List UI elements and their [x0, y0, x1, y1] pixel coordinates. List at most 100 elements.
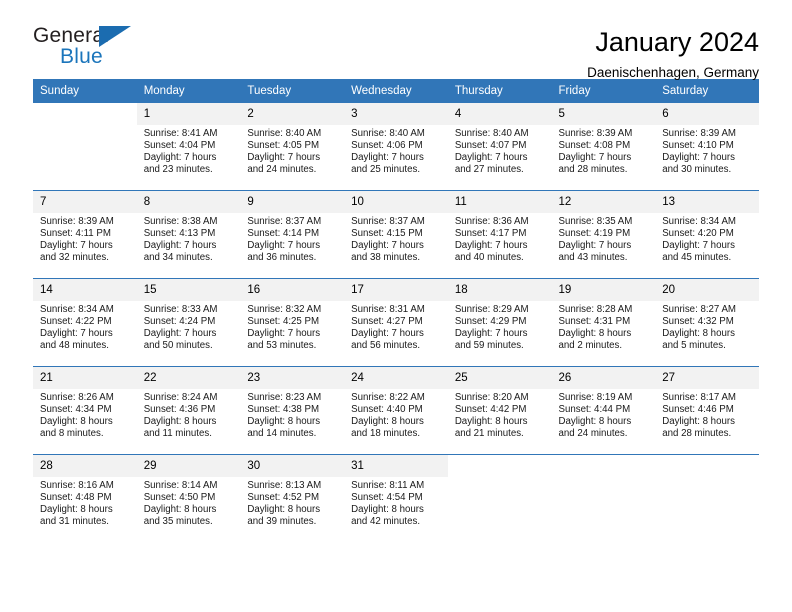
calendar-page: General Blue January 2024 Daenischenhage…: [0, 0, 792, 612]
daylight-text-line2: and 45 minutes.: [662, 251, 732, 263]
day-details: Sunrise: 8:37 AM Sunset: 4:14 PM Daylight:…: [240, 213, 344, 264]
sunrise-text: Sunrise: 8:36 AM: [454, 216, 529, 227]
day-details: Sunrise: 8:26 AM Sunset: 4:34 PM Daylight:…: [33, 389, 137, 440]
day-details: Sunrise: 8:22 AM Sunset: 4:40 PM Daylight:…: [344, 389, 448, 440]
calendar-day-cell[interactable]: 2 Sunrise: 8:40 AM Sunset: 4:05 PM Daylight…: [240, 103, 345, 191]
calendar-day-cell[interactable]: 13 Sunrise: 8:34 AM Sunset: 4:20 PM Dayligh…: [655, 190, 759, 279]
calendar-day-cell[interactable]: 15 Sunrise: 8:33 AM Sunset: 4:24 PM Dayligh…: [136, 278, 241, 367]
calendar-day-cell[interactable]: 29 Sunrise: 8:14 AM Sunset: 4:50 PM Dayligh…: [136, 454, 241, 542]
calendar-day-cell[interactable]: 16 Sunrise: 8:32 AM Sunset: 4:25 PM Dayligh…: [240, 278, 345, 367]
day-cell-inner: 6 Sunrise: 8:39 AM Sunset: 4:10 PM Daylight…: [655, 103, 759, 190]
sunset-text: Sunset: 4:24 PM: [143, 315, 216, 327]
daylight-text-line2: and 39 minutes.: [247, 515, 317, 527]
day-cell-inner: 12 Sunrise: 8:35 AM Sunset: 4:19 PM Dayligh…: [551, 191, 656, 278]
day-cell-inner: 23 Sunrise: 8:23 AM Sunset: 4:38 PM Dayligh…: [240, 367, 345, 454]
day-details: Sunrise: 8:39 AM Sunset: 4:10 PM Daylight:…: [655, 125, 759, 176]
title-block: January 2024 Daenischenhagen, Germany: [587, 24, 759, 83]
day-cell-inner: [551, 455, 656, 542]
sunset-text: Sunset: 4:25 PM: [247, 315, 320, 327]
daylight-text-line2: and 42 minutes.: [351, 515, 421, 527]
daylight-text-line1: Daylight: 7 hours: [454, 327, 528, 339]
calendar-day-cell[interactable]: 3 Sunrise: 8:40 AM Sunset: 4:06 PM Daylight…: [344, 103, 448, 191]
calendar-day-cell[interactable]: 26 Sunrise: 8:19 AM Sunset: 4:44 PM Dayligh…: [551, 366, 656, 455]
calendar-day-cell[interactable]: 1 Sunrise: 8:41 AM Sunset: 4:04 PM Daylight…: [136, 103, 241, 191]
calendar-day-cell[interactable]: 4 Sunrise: 8:40 AM Sunset: 4:07 PM Daylight…: [447, 103, 552, 191]
calendar-day-cell[interactable]: 23 Sunrise: 8:23 AM Sunset: 4:38 PM Dayligh…: [240, 366, 345, 455]
day-cell-inner: [33, 103, 137, 190]
day-number: 15: [136, 279, 241, 301]
calendar-day-cell[interactable]: 17 Sunrise: 8:31 AM Sunset: 4:27 PM Dayligh…: [344, 278, 448, 367]
calendar-day-cell[interactable]: 20 Sunrise: 8:27 AM Sunset: 4:32 PM Dayligh…: [655, 278, 759, 367]
day-number: 13: [655, 191, 759, 213]
day-number: 21: [33, 367, 137, 389]
calendar-day-cell[interactable]: 25 Sunrise: 8:20 AM Sunset: 4:42 PM Dayligh…: [447, 366, 552, 455]
daylight-text-line2: and 48 minutes.: [40, 339, 109, 351]
sunrise-text: Sunrise: 8:16 AM: [40, 480, 114, 491]
day-cell-inner: 18 Sunrise: 8:29 AM Sunset: 4:29 PM Dayligh…: [447, 279, 552, 366]
day-number: 26: [551, 367, 656, 389]
sunrise-text: Sunrise: 8:39 AM: [558, 128, 633, 139]
calendar-day-cell[interactable]: 28 Sunrise: 8:16 AM Sunset: 4:48 PM Dayligh…: [33, 454, 137, 542]
calendar-day-cell[interactable]: 19 Sunrise: 8:28 AM Sunset: 4:31 PM Dayligh…: [551, 278, 656, 367]
day-number: 30: [240, 455, 345, 477]
day-cell-inner: 3 Sunrise: 8:40 AM Sunset: 4:06 PM Daylight…: [344, 103, 448, 190]
calendar-day-cell[interactable]: 12 Sunrise: 8:35 AM Sunset: 4:19 PM Dayligh…: [551, 190, 656, 279]
daylight-text-line1: Daylight: 7 hours: [558, 151, 632, 163]
sunset-text: Sunset: 4:36 PM: [143, 403, 216, 415]
day-cell-inner: 31 Sunrise: 8:11 AM Sunset: 4:54 PM Dayligh…: [344, 455, 448, 542]
calendar-day-cell[interactable]: 11 Sunrise: 8:36 AM Sunset: 4:17 PM Dayligh…: [447, 190, 552, 279]
day-number: [33, 103, 137, 125]
calendar-day-cell[interactable]: 21 Sunrise: 8:26 AM Sunset: 4:34 PM Dayligh…: [33, 366, 137, 455]
daylight-text-line1: Daylight: 7 hours: [351, 239, 424, 251]
calendar-day-cell[interactable]: 22 Sunrise: 8:24 AM Sunset: 4:36 PM Dayligh…: [136, 366, 241, 455]
sunset-text: Sunset: 4:42 PM: [454, 403, 527, 415]
day-cell-inner: 10 Sunrise: 8:37 AM Sunset: 4:15 PM Dayligh…: [344, 191, 448, 278]
daylight-text-line2: and 38 minutes.: [351, 251, 421, 263]
sunset-text: Sunset: 4:08 PM: [558, 139, 631, 151]
day-details: Sunrise: 8:28 AM Sunset: 4:31 PM Daylight:…: [552, 301, 656, 352]
day-details: Sunrise: 8:14 AM Sunset: 4:50 PM Daylight:…: [137, 477, 241, 528]
daylight-text-line2: and 43 minutes.: [558, 251, 628, 263]
day-number: 9: [240, 191, 345, 213]
general-blue-logo[interactable]: General Blue: [33, 24, 143, 72]
calendar-day-cell[interactable]: 8 Sunrise: 8:38 AM Sunset: 4:13 PM Daylight…: [136, 190, 241, 279]
calendar-day-cell[interactable]: 24 Sunrise: 8:22 AM Sunset: 4:40 PM Dayligh…: [344, 366, 448, 455]
sunrise-text: Sunrise: 8:20 AM: [454, 392, 529, 403]
calendar-day-cell[interactable]: 27 Sunrise: 8:17 AM Sunset: 4:46 PM Dayligh…: [655, 366, 759, 455]
sunset-text: Sunset: 4:19 PM: [558, 227, 631, 239]
sunset-text: Sunset: 4:06 PM: [351, 139, 423, 151]
day-cell-inner: 22 Sunrise: 8:24 AM Sunset: 4:36 PM Dayligh…: [136, 367, 241, 454]
daylight-text-line1: Daylight: 8 hours: [454, 415, 528, 427]
calendar-day-cell[interactable]: 5 Sunrise: 8:39 AM Sunset: 4:08 PM Daylight…: [551, 103, 656, 191]
day-cell-inner: 24 Sunrise: 8:22 AM Sunset: 4:40 PM Dayligh…: [344, 367, 448, 454]
day-number: 12: [551, 191, 656, 213]
calendar-day-cell[interactable]: 6 Sunrise: 8:39 AM Sunset: 4:10 PM Daylight…: [655, 103, 759, 191]
sunset-text: Sunset: 4:04 PM: [143, 139, 216, 151]
calendar-day-cell[interactable]: 9 Sunrise: 8:37 AM Sunset: 4:14 PM Daylight…: [240, 190, 345, 279]
calendar-day-cell[interactable]: 18 Sunrise: 8:29 AM Sunset: 4:29 PM Dayligh…: [447, 278, 552, 367]
day-details: Sunrise: 8:24 AM Sunset: 4:36 PM Daylight:…: [137, 389, 241, 440]
day-number: 23: [240, 367, 345, 389]
day-cell-inner: 20 Sunrise: 8:27 AM Sunset: 4:32 PM Dayligh…: [655, 279, 759, 366]
daylight-text-line1: Daylight: 7 hours: [454, 239, 528, 251]
calendar-day-cell[interactable]: 31 Sunrise: 8:11 AM Sunset: 4:54 PM Dayligh…: [344, 454, 448, 542]
calendar-day-cell: [33, 103, 137, 191]
day-number: 16: [240, 279, 345, 301]
daylight-text-line1: Daylight: 7 hours: [143, 239, 217, 251]
calendar-day-cell: [655, 454, 759, 542]
calendar-day-cell[interactable]: 30 Sunrise: 8:13 AM Sunset: 4:52 PM Dayligh…: [240, 454, 345, 542]
sunset-text: Sunset: 4:50 PM: [143, 491, 216, 503]
daylight-text-line2: and 11 minutes.: [143, 427, 212, 439]
sunrise-text: Sunrise: 8:34 AM: [662, 216, 736, 227]
daylight-text-line1: Daylight: 8 hours: [662, 415, 735, 427]
sunrise-text: Sunrise: 8:23 AM: [247, 392, 322, 403]
day-details: Sunrise: 8:16 AM Sunset: 4:48 PM Daylight:…: [33, 477, 137, 528]
calendar-day-cell[interactable]: 14 Sunrise: 8:34 AM Sunset: 4:22 PM Dayligh…: [33, 278, 137, 367]
sunrise-text: Sunrise: 8:35 AM: [558, 216, 633, 227]
sunrise-text: Sunrise: 8:39 AM: [40, 216, 114, 227]
day-details: Sunrise: 8:34 AM Sunset: 4:22 PM Daylight:…: [33, 301, 137, 352]
sunrise-text: Sunrise: 8:40 AM: [247, 128, 322, 139]
calendar-day-cell[interactable]: 7 Sunrise: 8:39 AM Sunset: 4:11 PM Daylight…: [33, 190, 137, 279]
calendar-day-cell[interactable]: 10 Sunrise: 8:37 AM Sunset: 4:15 PM Dayligh…: [344, 190, 448, 279]
day-number: 10: [344, 191, 448, 213]
